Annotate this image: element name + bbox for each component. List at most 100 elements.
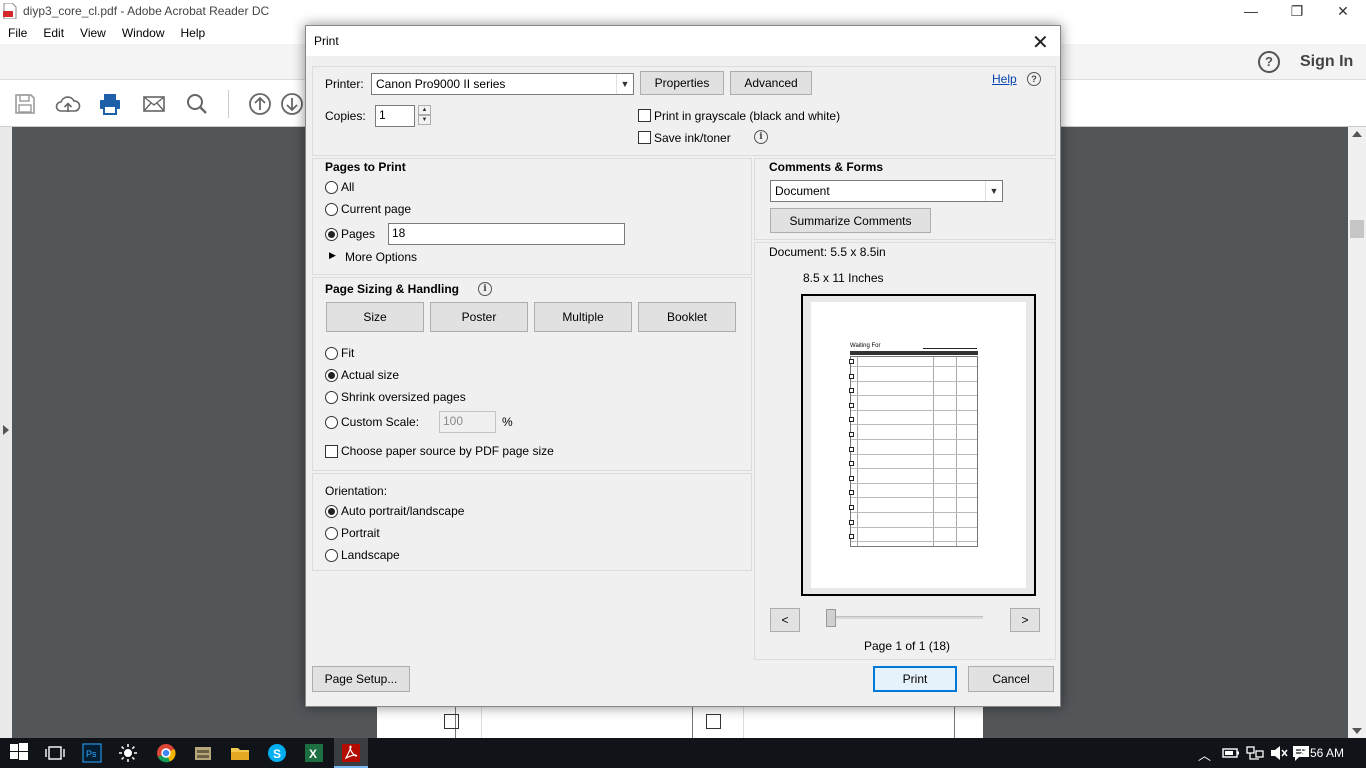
- radio-all[interactable]: [325, 181, 338, 194]
- left-panel-toggle[interactable]: [0, 127, 12, 738]
- page-grid-line: [481, 706, 482, 738]
- close-window-button[interactable]: ✕: [1320, 0, 1366, 22]
- file-explorer-icon[interactable]: [230, 743, 250, 763]
- chevron-down-icon[interactable]: ▼: [985, 181, 1002, 201]
- chevron-down-icon[interactable]: ▼: [616, 74, 633, 94]
- radio-auto-orientation[interactable]: [325, 505, 338, 518]
- radio-custom-scale[interactable]: [325, 416, 338, 429]
- preview-row-line: [851, 541, 977, 543]
- page-slider-track[interactable]: [831, 616, 983, 619]
- chevron-up-icon[interactable]: ︿: [1198, 745, 1211, 764]
- scroll-thumb[interactable]: [1350, 220, 1364, 238]
- cloud-upload-icon[interactable]: [55, 92, 81, 116]
- page-indicator: Page 1 of 1 (18): [864, 639, 951, 653]
- radio-shrink[interactable]: [325, 391, 338, 404]
- radio-current-page[interactable]: [325, 203, 338, 216]
- page-slider-thumb[interactable]: [826, 609, 836, 627]
- next-page-button[interactable]: >: [1010, 608, 1040, 632]
- help-question-icon[interactable]: ?: [1027, 72, 1041, 86]
- pages-range-input[interactable]: 18: [388, 223, 625, 245]
- stepper-down-icon[interactable]: ▼: [418, 115, 431, 125]
- excel-icon[interactable]: X: [304, 743, 324, 763]
- dialog-close-icon[interactable]: ✕: [1032, 30, 1049, 55]
- landscape-label: Landscape: [341, 548, 400, 562]
- save-icon[interactable]: [13, 92, 37, 116]
- minimize-button[interactable]: —: [1228, 0, 1274, 22]
- print-button[interactable]: Print: [873, 666, 957, 692]
- system-clock[interactable]: 8:56 AM: [1300, 746, 1344, 760]
- comments-forms-select[interactable]: Document ▼: [770, 180, 1003, 202]
- radio-pages[interactable]: [325, 228, 338, 241]
- search-icon[interactable]: [185, 92, 209, 116]
- skype-icon[interactable]: S: [267, 743, 287, 763]
- sign-in-link[interactable]: Sign In: [1300, 53, 1353, 71]
- save-ink-checkbox[interactable]: [638, 131, 651, 144]
- scroll-up-icon[interactable]: [1352, 131, 1362, 137]
- menu-edit[interactable]: Edit: [35, 26, 72, 40]
- task-view-icon[interactable]: [45, 743, 65, 763]
- radio-actual-size[interactable]: [325, 369, 338, 382]
- grayscale-checkbox[interactable]: [638, 109, 651, 122]
- windows-start-icon[interactable]: [10, 743, 30, 763]
- cancel-button[interactable]: Cancel: [968, 666, 1054, 692]
- menu-file[interactable]: File: [0, 26, 35, 40]
- booklet-button[interactable]: Booklet: [638, 302, 736, 332]
- vertical-scrollbar[interactable]: [1348, 127, 1366, 738]
- summarize-comments-button[interactable]: Summarize Comments: [770, 208, 931, 233]
- info-icon[interactable]: i: [754, 130, 768, 144]
- page-down-icon[interactable]: [280, 92, 304, 116]
- menu-window[interactable]: Window: [114, 26, 173, 40]
- previous-page-button[interactable]: <: [770, 608, 800, 632]
- chrome-icon[interactable]: [156, 743, 176, 763]
- radio-landscape[interactable]: [325, 549, 338, 562]
- poster-button[interactable]: Poster: [430, 302, 528, 332]
- window-title: diyp3_core_cl.pdf - Adobe Acrobat Reader…: [23, 4, 270, 18]
- scroll-down-icon[interactable]: [1352, 728, 1362, 734]
- page-checkbox: [444, 714, 459, 729]
- printer-label: Printer:: [325, 77, 364, 91]
- battery-icon[interactable]: [1221, 743, 1241, 763]
- paper-source-checkbox[interactable]: [325, 445, 338, 458]
- cabinet-icon[interactable]: [193, 743, 213, 763]
- printer-select[interactable]: Canon Pro9000 II series ▼: [371, 73, 634, 95]
- sizing-info-icon[interactable]: i: [478, 282, 492, 296]
- photoshop-icon[interactable]: Ps: [82, 743, 102, 763]
- expand-arrow-icon[interactable]: [3, 425, 9, 435]
- radio-portrait[interactable]: [325, 527, 338, 540]
- preview-checkbox: [849, 373, 854, 379]
- network-icon[interactable]: [1245, 743, 1265, 763]
- acrobat-icon[interactable]: [341, 743, 361, 763]
- expand-triangle-icon[interactable]: ▶: [329, 250, 336, 261]
- print-icon[interactable]: [98, 92, 122, 116]
- restore-button[interactable]: ❐: [1274, 0, 1320, 22]
- brightness-icon[interactable]: [118, 743, 138, 763]
- preview-column-line: [956, 357, 957, 546]
- copies-input[interactable]: 1: [375, 105, 415, 127]
- stepper-up-icon[interactable]: ▲: [418, 105, 431, 115]
- custom-scale-input[interactable]: 100: [439, 411, 496, 433]
- multiple-button[interactable]: Multiple: [534, 302, 632, 332]
- preview-header-bar: [850, 351, 978, 355]
- email-icon[interactable]: [142, 92, 166, 116]
- advanced-button[interactable]: Advanced: [730, 71, 812, 95]
- page-setup-button[interactable]: Page Setup...: [312, 666, 410, 692]
- preview-row-line: [851, 395, 977, 397]
- volume-muted-icon[interactable]: [1269, 743, 1289, 763]
- fit-label: Fit: [341, 346, 355, 360]
- more-options-toggle[interactable]: More Options: [345, 250, 417, 264]
- preview-row-line: [851, 526, 977, 528]
- help-icon[interactable]: ?: [1258, 51, 1280, 73]
- grayscale-label: Print in grayscale (black and white): [654, 109, 841, 123]
- preview-checkbox: [849, 534, 854, 540]
- page-checkbox: [706, 714, 721, 729]
- preview-row-line: [851, 366, 977, 367]
- comments-forms-heading: Comments & Forms: [769, 160, 884, 174]
- radio-fit[interactable]: [325, 347, 338, 360]
- menu-view[interactable]: View: [72, 26, 114, 40]
- copies-stepper[interactable]: ▲ ▼: [418, 105, 431, 126]
- help-link[interactable]: Help: [992, 72, 1017, 86]
- properties-button[interactable]: Properties: [640, 71, 724, 95]
- page-up-icon[interactable]: [248, 92, 272, 116]
- size-button[interactable]: Size: [326, 302, 424, 332]
- menu-help[interactable]: Help: [173, 26, 214, 40]
